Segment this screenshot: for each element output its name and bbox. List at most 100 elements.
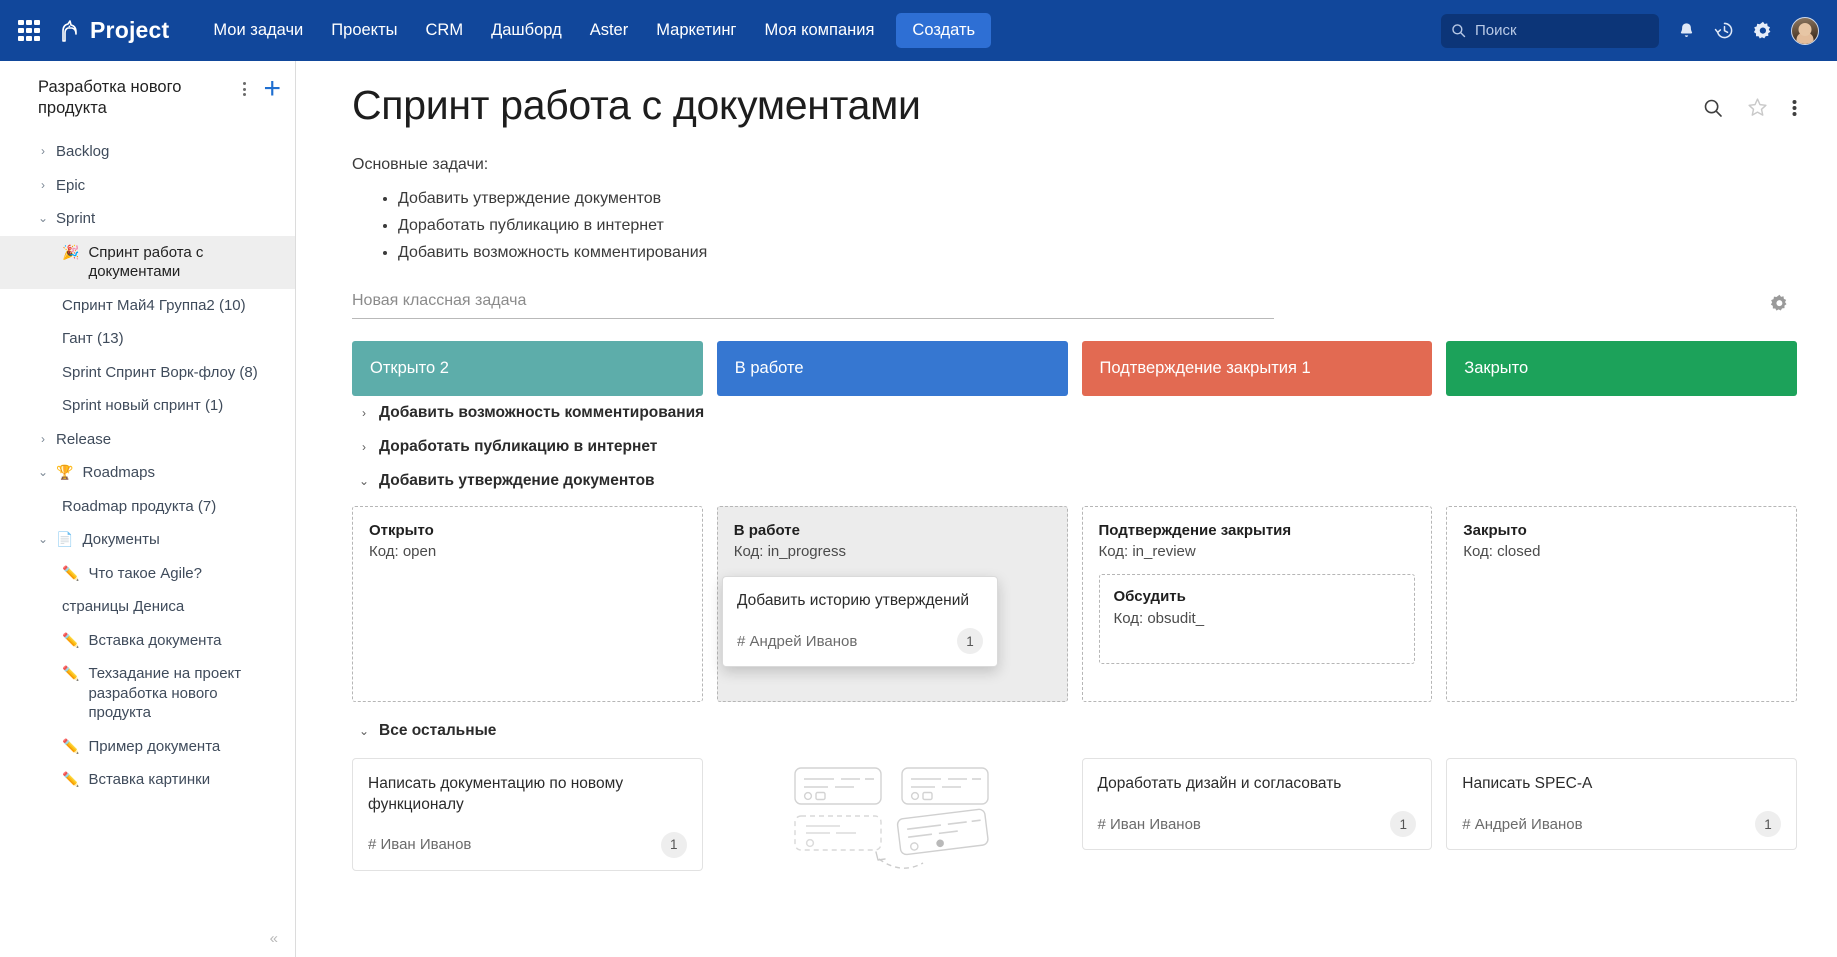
dropzone-0[interactable]: ОткрытоКод: open [352, 506, 703, 702]
sidebar-item-label: Backlog [56, 142, 109, 162]
nav-link-dashboard[interactable]: Дашборд [477, 15, 576, 46]
history-icon[interactable] [1714, 20, 1735, 41]
notification-bell-icon[interactable] [1677, 21, 1696, 40]
sidebar-item-11[interactable]: ⌄📄Документы [0, 523, 295, 557]
sidebar-header: Разработка нового продукта + [0, 77, 295, 119]
sidebar-item-10[interactable]: Roadmap продукта (7) [0, 490, 295, 524]
dragged-card-badge: 1 [957, 628, 983, 654]
board-column-header-0[interactable]: Открыто 2 [352, 341, 703, 396]
dragged-card-assignee: # Андрей Иванов [737, 633, 857, 650]
dragged-task-card[interactable]: Добавить историю утверждений # Андрей Ив… [722, 576, 998, 667]
board-column-header-3[interactable]: Закрыто [1446, 341, 1797, 396]
new-task-input[interactable] [352, 288, 1274, 319]
bullet-item: Доработать публикацию в интернет [398, 217, 1797, 235]
kanban-board: Открыто 2 В работе Подтверждение закрытия … [352, 341, 1797, 876]
sidebar-add-button[interactable]: + [263, 77, 281, 101]
sidebar-item-17[interactable]: ✏️Вставка картинки [0, 763, 295, 797]
nav-link-crm[interactable]: CRM [412, 15, 478, 46]
nav-link-projects[interactable]: Проекты [317, 15, 411, 46]
nav-link-my-company[interactable]: Моя компания [750, 15, 888, 46]
bullet-item: Добавить утверждение документов [398, 190, 1797, 208]
sidebar-item-5[interactable]: Гант (13) [0, 322, 295, 356]
board-column-label: Открыто 2 [370, 359, 449, 378]
brand-logo[interactable]: Project [54, 16, 169, 46]
dragged-card-title: Добавить историю утверждений [737, 591, 983, 612]
chevron-down-icon[interactable]: ⌄ [36, 209, 50, 227]
board-column-header-2[interactable]: Подтверждение закрытия 1 [1082, 341, 1433, 396]
sidebar-item-label: Roadmaps [82, 463, 155, 483]
group-row-1[interactable]: ›Доработать публикацию в интернет [352, 430, 1797, 464]
nav-link-marketing[interactable]: Маркетинг [642, 15, 750, 46]
sidebar-item-label: страницы Дениса [62, 597, 184, 617]
board-column-header-1[interactable]: В работе [717, 341, 1068, 396]
apps-grid-icon[interactable] [18, 20, 40, 42]
board-column-headers: Открыто 2 В работе Подтверждение закрытия … [352, 341, 1797, 396]
chevron-down-icon[interactable]: ⌄ [36, 530, 50, 548]
sidebar-item-emoji-icon: ✏️ [62, 564, 79, 582]
sidebar-item-12[interactable]: ✏️ Что такое Agile? [0, 557, 295, 591]
dropzone-title: В работе [734, 521, 1051, 541]
other-cards-row: Написать документацию по новому функцион… [352, 758, 1797, 876]
chevron-right-icon[interactable]: › [358, 440, 370, 454]
other-col-slot-3: Доработать дизайн и согласовать # Иван И… [1082, 758, 1433, 850]
page-search-icon[interactable] [1703, 98, 1723, 118]
board-column-label: В работе [735, 359, 804, 378]
alpaca-logo-icon [54, 16, 84, 46]
sidebar-item-7[interactable]: Sprint новый спринт (1) [0, 389, 295, 423]
task-card-assignee: # Иван Иванов [1098, 816, 1201, 833]
group-label: Добавить возможность комментирования [379, 404, 704, 422]
sidebar-item-15[interactable]: ✏️ Техзадание на проект разработка нового… [0, 657, 295, 730]
sidebar-item-8[interactable]: ›Release [0, 423, 295, 457]
sidebar-item-1[interactable]: ›Epic [0, 169, 295, 203]
nav-link-my-tasks[interactable]: Мои задачи [199, 15, 317, 46]
board-settings-gear-icon[interactable] [1770, 294, 1797, 313]
chevron-right-icon[interactable]: › [36, 430, 50, 448]
sidebar-item-0[interactable]: › Backlog [0, 135, 295, 169]
sidebar-project-title[interactable]: Разработка нового продукта [38, 77, 235, 119]
topnav-right-group: Поиск [1441, 14, 1819, 48]
sidebar-collapse-button[interactable]: « [270, 930, 277, 947]
nav-link-aster[interactable]: Aster [576, 15, 643, 46]
global-search-box[interactable]: Поиск [1441, 14, 1659, 48]
sidebar-item-emoji-icon: ✏️ [62, 664, 79, 682]
sidebar-item-emoji-icon: ✏️ [62, 737, 79, 755]
dropzone-3[interactable]: ЗакрытоКод: closed [1446, 506, 1797, 702]
gear-icon[interactable] [1753, 21, 1773, 41]
task-card-title: Написать SPEC-A [1462, 774, 1781, 795]
task-card[interactable]: Написать SPEC-A # Андрей Иванов 1 [1446, 758, 1797, 850]
page-star-icon[interactable] [1747, 97, 1768, 118]
group-label-other: Все остальные [379, 722, 496, 740]
chevron-right-icon[interactable]: › [36, 176, 50, 194]
chevron-right-icon[interactable]: › [36, 142, 50, 160]
chevron-down-icon[interactable]: ⌄ [358, 474, 370, 488]
task-card[interactable]: Доработать дизайн и согласовать # Иван И… [1082, 758, 1433, 850]
sidebar-item-14[interactable]: ✏️Вставка документа [0, 624, 295, 658]
dropzone-2[interactable]: Подтверждение закрытияКод: in_reviewОбсу… [1082, 506, 1433, 702]
task-card-badge: 1 [1755, 811, 1781, 837]
board-groups: › Добавить возможность комментирования ›До… [352, 396, 1797, 498]
sidebar-item-16[interactable]: ✏️Пример документа [0, 730, 295, 764]
chevron-right-icon[interactable]: › [358, 406, 370, 420]
sidebar-item-emoji-icon: 🎉 [62, 243, 79, 261]
group-row-other[interactable]: ⌄ Все остальные [352, 714, 1797, 748]
brand-name: Project [90, 17, 169, 44]
user-avatar[interactable] [1791, 17, 1819, 45]
sidebar-item-2[interactable]: ⌄Sprint [0, 202, 295, 236]
sidebar-item-label: Техзадание на проект разработка нового п… [88, 664, 283, 723]
create-button[interactable]: Создать [896, 13, 991, 48]
sidebar-item-label: Что такое Agile? [88, 564, 202, 584]
sidebar-item-6[interactable]: Sprint Спринт Ворк-флоу (8) [0, 356, 295, 390]
sidebar-kebab-menu-icon[interactable] [235, 77, 253, 96]
page-title: Спринт работа с документами [352, 83, 1703, 128]
dropzone-sub[interactable]: ОбсудитьКод: obsudit_ [1099, 574, 1416, 664]
chevron-down-icon[interactable]: ⌄ [36, 463, 50, 481]
sidebar-item-13[interactable]: страницы Дениса [0, 590, 295, 624]
sidebar-item-3[interactable]: 🎉Спринт работа с документами [0, 236, 295, 289]
sidebar-item-9[interactable]: ⌄🏆Roadmaps [0, 456, 295, 490]
search-placeholder: Поиск [1475, 22, 1517, 39]
group-row-2[interactable]: ⌄Добавить утверждение документов [352, 464, 1797, 498]
task-card[interactable]: Написать документацию по новому функцион… [352, 758, 703, 871]
page-kebab-menu-icon[interactable] [1792, 98, 1797, 118]
group-row-0[interactable]: › Добавить возможность комментирования [352, 396, 1797, 430]
sidebar-item-4[interactable]: Спринт Май4 Группа2 (10) [0, 289, 295, 323]
